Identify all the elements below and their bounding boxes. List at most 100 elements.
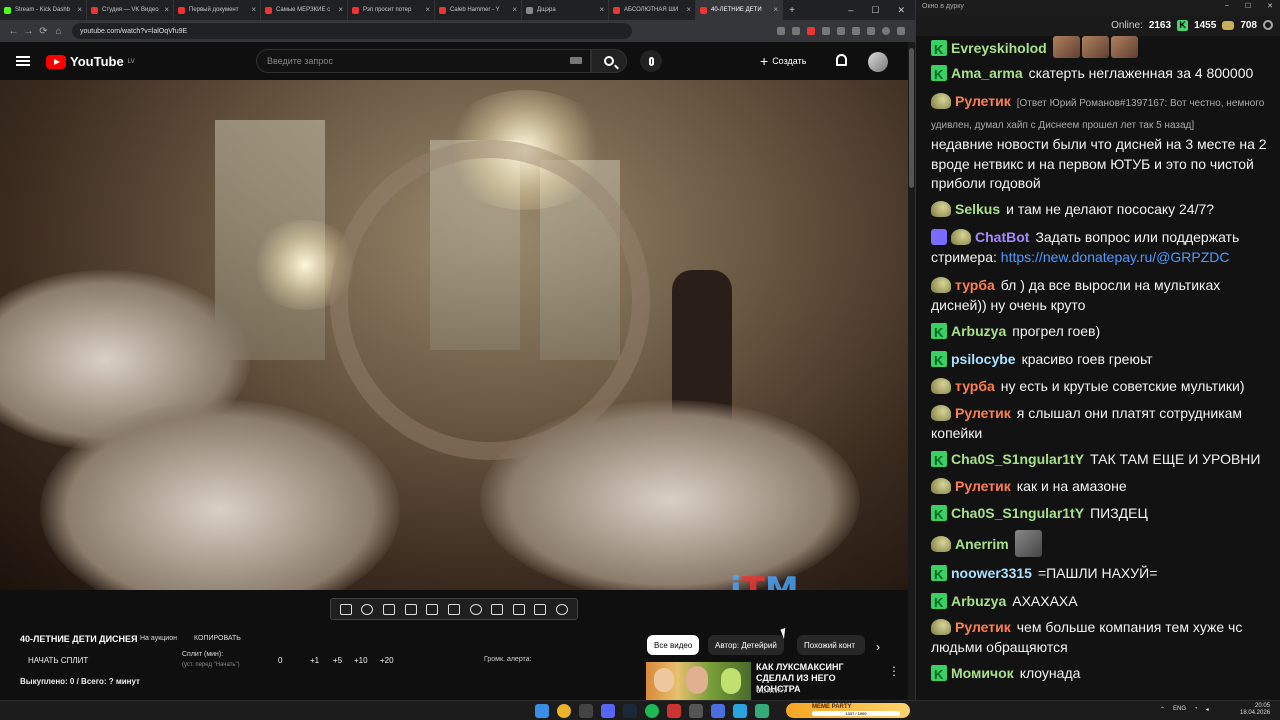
chat-username[interactable]: noower3315 xyxy=(951,565,1032,581)
close-icon[interactable]: ✕ xyxy=(1267,2,1273,10)
profile-icon[interactable] xyxy=(882,27,890,35)
extension-icon[interactable] xyxy=(837,27,845,35)
wifi-icon[interactable]: ◔ xyxy=(1194,706,1198,713)
app-icon[interactable] xyxy=(667,704,681,718)
split-value[interactable]: 0 xyxy=(278,656,282,665)
steam-icon[interactable] xyxy=(623,704,637,718)
chat-username[interactable]: ChatBot xyxy=(975,229,1029,245)
chat-username[interactable]: Рулетик xyxy=(955,405,1011,421)
more-options-icon[interactable]: ⋮ xyxy=(888,664,900,678)
tab-close-icon[interactable]: × xyxy=(77,5,82,14)
browser-tab[interactable]: АБСОЛЮТНАЯ ШИ × xyxy=(609,0,696,20)
chip-similar[interactable]: Похожий конт xyxy=(797,635,865,655)
flask-icon[interactable] xyxy=(534,603,547,615)
keyboard-icon[interactable] xyxy=(570,57,582,64)
chrome-icon[interactable] xyxy=(557,704,571,718)
extension-icon[interactable] xyxy=(777,27,785,35)
tab-close-icon[interactable]: × xyxy=(512,5,517,14)
home-icon[interactable]: ⌂ xyxy=(51,26,66,37)
chat-username[interactable]: Cha0S_S1ngular1tY xyxy=(951,451,1084,467)
tab-close-icon[interactable]: × xyxy=(599,5,604,14)
copy-button[interactable]: КОПИРОВАТЬ xyxy=(194,635,241,642)
avatar[interactable] xyxy=(868,52,888,72)
telegram-icon[interactable] xyxy=(733,704,747,718)
language-indicator[interactable]: ENG xyxy=(1173,706,1186,713)
loop-icon[interactable] xyxy=(339,603,352,615)
add-icon[interactable] xyxy=(491,603,504,615)
captions-icon[interactable] xyxy=(447,603,460,615)
search-input[interactable]: Введите запрос xyxy=(256,49,591,73)
browser-tab[interactable]: Рэп просит потер × xyxy=(348,0,435,20)
chat-username[interactable]: Arbuzya xyxy=(951,323,1006,339)
minimize-icon[interactable]: – xyxy=(1225,2,1229,10)
discord-icon[interactable] xyxy=(601,704,615,718)
close-icon[interactable]: ✕ xyxy=(897,5,905,16)
promo-widget[interactable]: MEME PARTY 1337 / 1000 xyxy=(786,703,910,718)
clapper-icon[interactable] xyxy=(404,603,417,615)
clock[interactable]: 20:05 18.04.2026 xyxy=(1240,703,1270,717)
extension-icon[interactable] xyxy=(792,27,800,35)
app-icon[interactable] xyxy=(689,704,703,718)
gear-icon[interactable] xyxy=(556,603,569,615)
tab-close-icon[interactable]: × xyxy=(251,5,256,14)
new-tab-icon[interactable]: + xyxy=(783,5,801,16)
chat-username[interactable]: Момичок xyxy=(951,665,1014,681)
add-5-button[interactable]: +5 xyxy=(333,656,342,665)
create-button[interactable]: + Создать xyxy=(760,53,806,69)
app-icon[interactable] xyxy=(579,704,593,718)
video-player[interactable]: iTM xyxy=(0,80,908,590)
minimize-icon[interactable]: – xyxy=(848,5,853,16)
camera-icon[interactable] xyxy=(512,603,525,615)
youtube-logo[interactable]: YouTube LV xyxy=(46,54,135,69)
browser-tab[interactable]: 40-ЛЕТНИЕ ДЕТИ × xyxy=(696,0,783,20)
maximize-icon[interactable]: ☐ xyxy=(1245,2,1251,10)
auction-button[interactable]: На аукцион xyxy=(140,635,177,642)
chat-username[interactable]: Ama_arma xyxy=(951,65,1023,81)
extension-icon[interactable] xyxy=(807,27,815,35)
search-button[interactable] xyxy=(591,49,627,73)
recommended-thumbnail[interactable] xyxy=(646,662,751,700)
picture-in-picture-icon[interactable] xyxy=(426,603,439,615)
tab-close-icon[interactable]: × xyxy=(425,5,430,14)
tab-close-icon[interactable]: × xyxy=(164,5,169,14)
start-split-button[interactable]: НАЧАТЬ СПЛИТ xyxy=(28,656,88,665)
chip-by-author[interactable]: Автор: Детейрий xyxy=(708,635,784,655)
chat-username[interactable]: Рулетик xyxy=(955,478,1011,494)
hamburger-menu-icon[interactable] xyxy=(16,56,30,66)
chat-username[interactable]: Cha0S_S1ngular1tY xyxy=(951,505,1084,521)
chat-username[interactable]: турба xyxy=(955,277,995,293)
recommended-channel[interactable]: CONWAY xyxy=(756,688,787,695)
browser-tab[interactable]: Stream - Kick Dashb × xyxy=(0,0,87,20)
browser-tab[interactable]: Самые МЕРЗКИЕ с × xyxy=(261,0,348,20)
extension-icon[interactable] xyxy=(822,27,830,35)
settings-gear-icon[interactable] xyxy=(1263,20,1273,30)
app-icon[interactable] xyxy=(755,704,769,718)
chip-all-videos[interactable]: Все видео xyxy=(647,635,700,655)
forward-icon[interactable]: → xyxy=(21,26,36,37)
reload-icon[interactable]: ⟳ xyxy=(36,26,51,37)
browser-tab[interactable]: Первый документ × xyxy=(174,0,261,20)
broadcast-icon[interactable] xyxy=(361,603,374,615)
chat-username[interactable]: Рулетик xyxy=(955,619,1011,635)
browser-tab[interactable]: Дщэра × xyxy=(522,0,609,20)
chat-messages[interactable]: Evreyskiholod Ama_arma скатерть неглаженна… xyxy=(916,36,1280,700)
chat-username[interactable]: турба xyxy=(955,378,995,394)
app-icon[interactable] xyxy=(711,704,725,718)
voice-search-button[interactable] xyxy=(640,50,662,72)
chat-username[interactable]: Evreyskiholod xyxy=(951,40,1047,56)
download-icon[interactable] xyxy=(867,27,875,35)
menu-icon[interactable] xyxy=(897,27,905,35)
maximize-icon[interactable]: ☐ xyxy=(871,5,879,16)
browser-tab[interactable]: Студия — VK Видео × xyxy=(87,0,174,20)
add-20-button[interactable]: +20 xyxy=(380,656,394,665)
playlist-icon[interactable] xyxy=(383,603,396,615)
windows-start-icon[interactable] xyxy=(535,704,549,718)
volume-icon[interactable]: ◂ xyxy=(1206,706,1209,713)
tab-close-icon[interactable]: × xyxy=(686,5,691,14)
chat-username[interactable]: Selkus xyxy=(955,201,1000,217)
add-10-button[interactable]: +10 xyxy=(354,656,368,665)
extension-icon[interactable] xyxy=(852,27,860,35)
chat-link[interactable]: https://new.donatepay.ru/@GRPZDC xyxy=(1001,249,1230,265)
chat-username[interactable]: Arbuzya xyxy=(951,593,1006,609)
speed-icon[interactable] xyxy=(469,603,482,615)
